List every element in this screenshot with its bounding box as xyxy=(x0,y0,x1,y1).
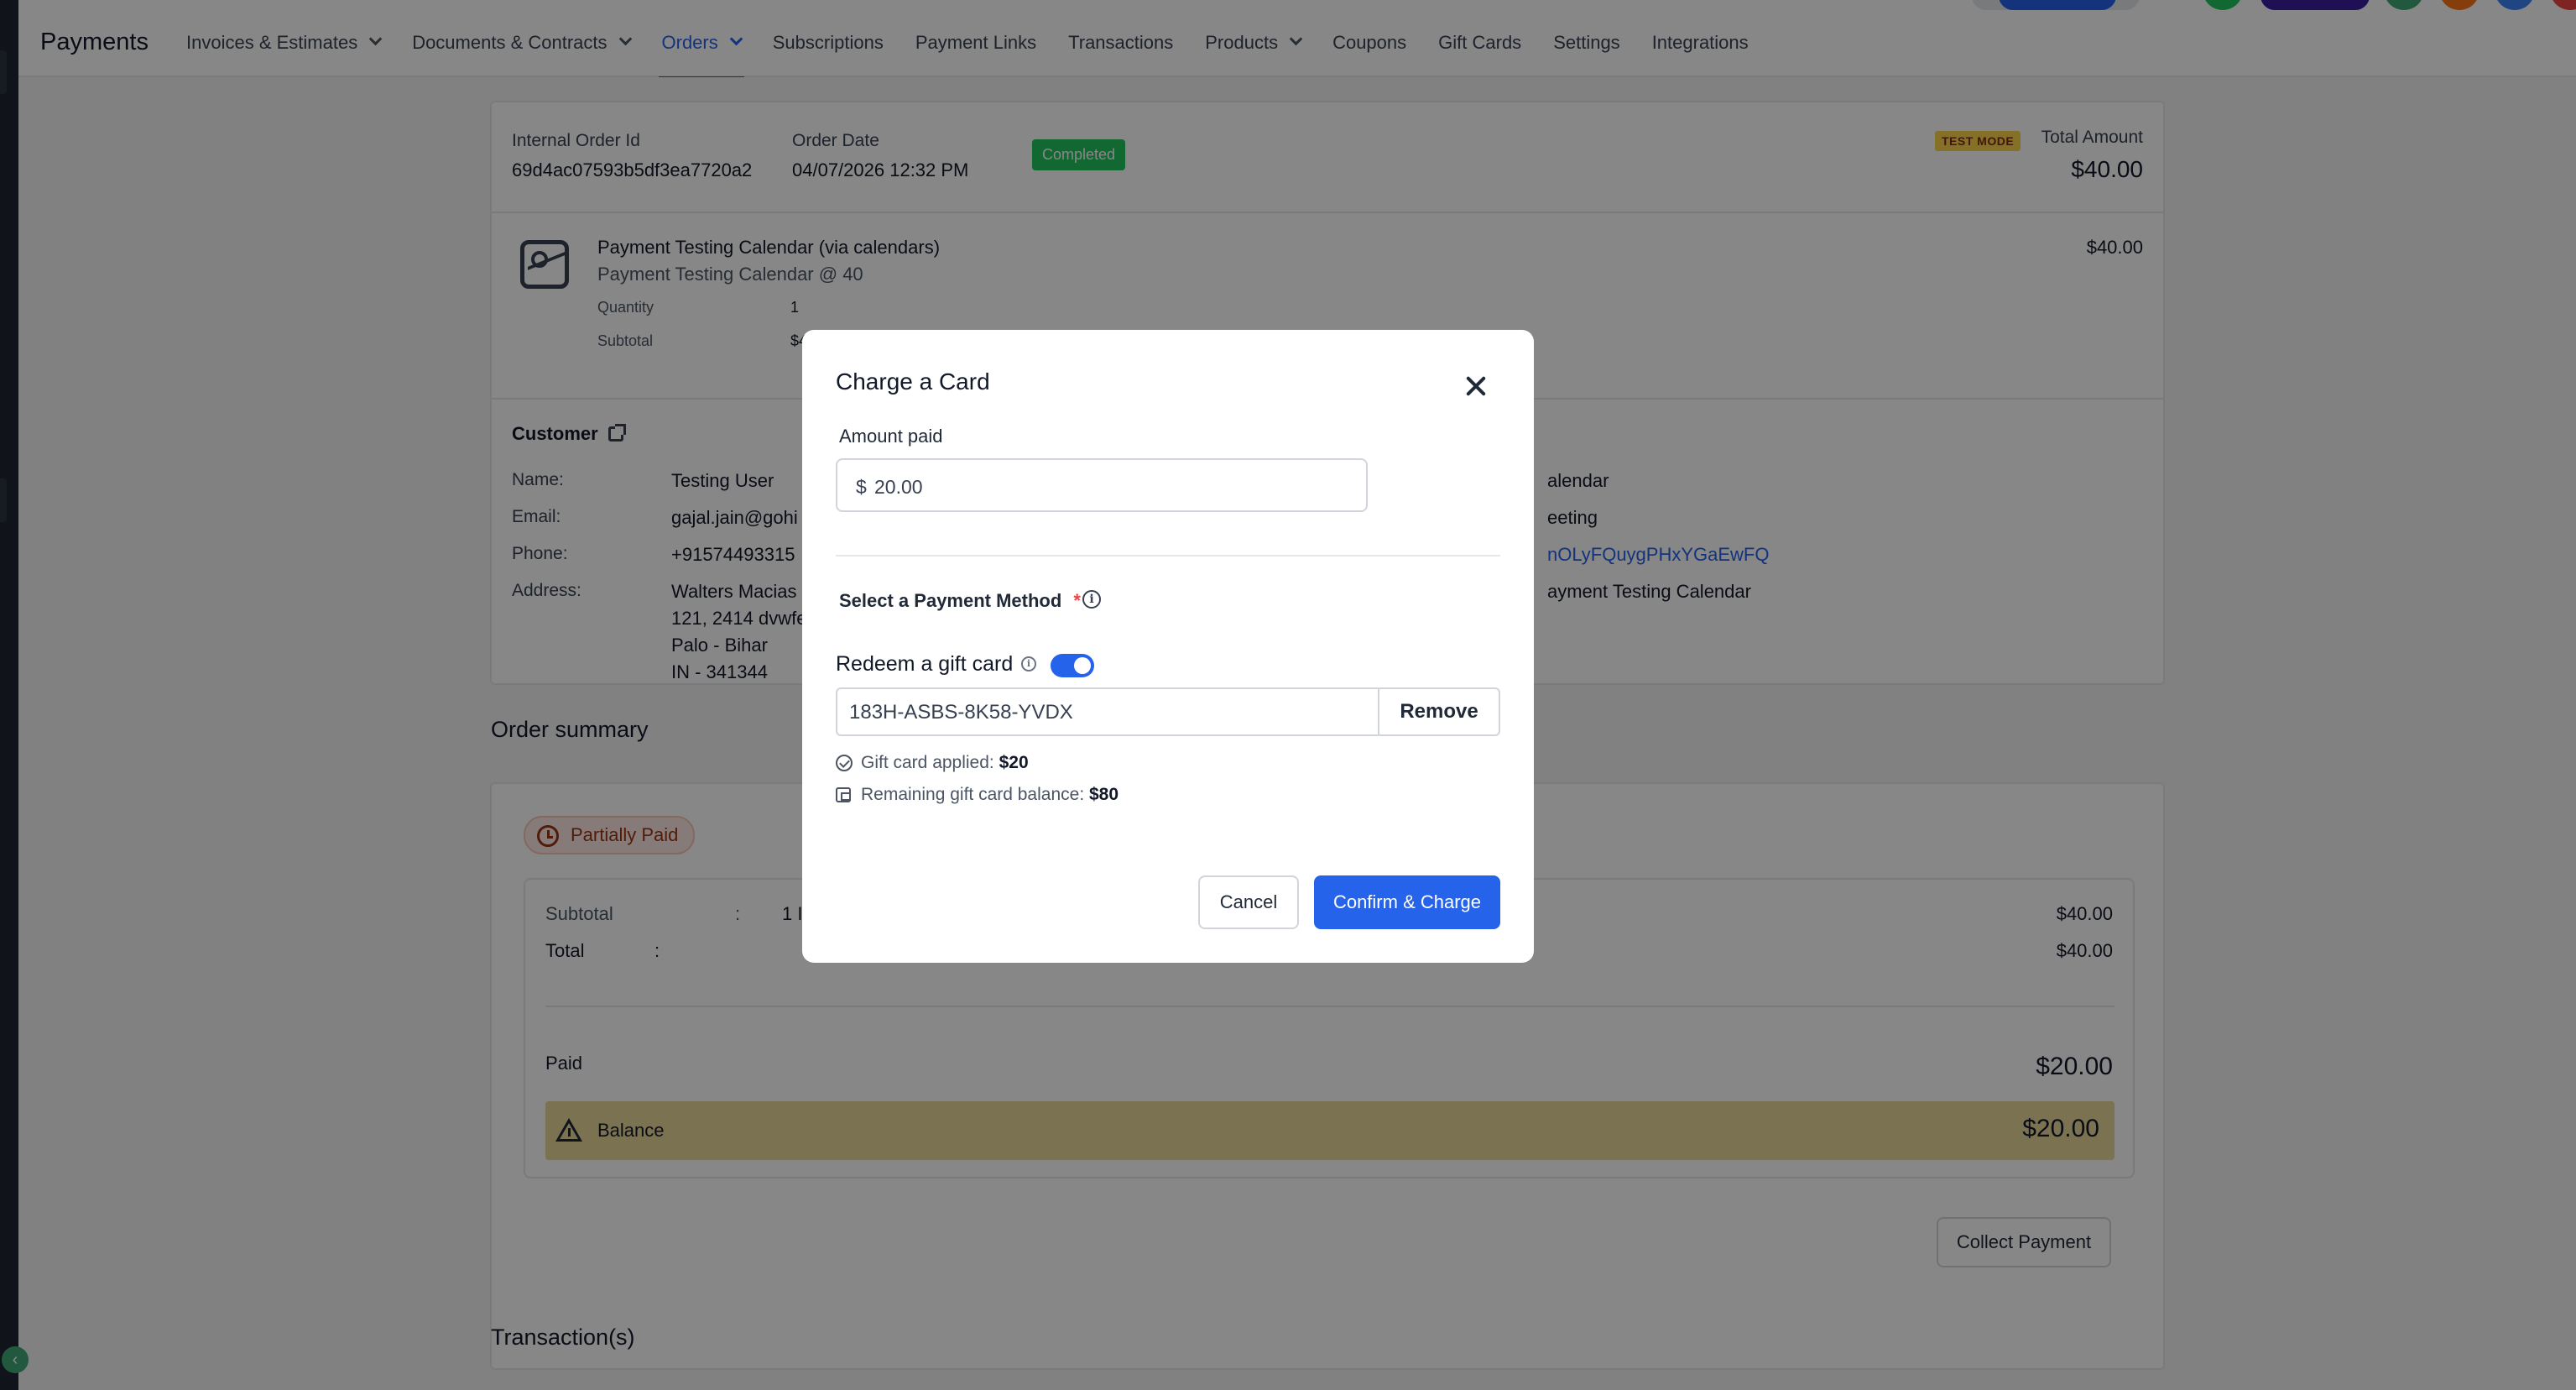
charge-card-modal: Charge a Card Amount paid $ 20.00 Select… xyxy=(802,330,1534,963)
gift-card-applied-label: Gift card applied: xyxy=(861,753,994,772)
amount-paid-input[interactable]: $ 20.00 xyxy=(836,458,1368,512)
redeem-gift-card-toggle[interactable] xyxy=(1051,654,1094,677)
gift-card-remaining-value: $80 xyxy=(1089,785,1119,804)
gift-card-applied-value: $20 xyxy=(999,753,1029,772)
close-icon[interactable] xyxy=(1465,375,1487,397)
gift-card-remaining-label: Remaining gift card balance: xyxy=(861,785,1085,804)
remove-gift-card-button[interactable]: Remove xyxy=(1378,687,1500,736)
gift-card-code-input[interactable]: 183H-ASBS-8K58-YVDX xyxy=(836,687,1379,736)
gift-card-code-value: 183H-ASBS-8K58-YVDX xyxy=(849,701,1073,724)
check-circle-icon xyxy=(836,755,853,771)
gift-card-info-icon[interactable]: i xyxy=(1021,656,1036,671)
info-icon[interactable]: i xyxy=(1082,590,1101,609)
currency-prefix: $ xyxy=(856,476,867,498)
gift-card-applied: Gift card applied: $20 xyxy=(861,753,1029,773)
amount-paid-label: Amount paid xyxy=(839,426,943,447)
confirm-charge-button[interactable]: Confirm & Charge xyxy=(1314,875,1500,929)
required-mark: * xyxy=(1073,590,1081,611)
wallet-icon xyxy=(836,787,851,802)
modal-title: Charge a Card xyxy=(836,368,990,395)
divider xyxy=(836,555,1500,557)
redeem-gift-card-label: Redeem a gift card xyxy=(836,652,1014,676)
payment-method-label: Select a Payment Method * xyxy=(839,590,1081,612)
payment-method-text: Select a Payment Method xyxy=(839,590,1062,611)
gift-card-remaining: Remaining gift card balance: $80 xyxy=(861,785,1119,805)
cancel-button[interactable]: Cancel xyxy=(1198,875,1299,929)
amount-paid-value: 20.00 xyxy=(874,476,923,498)
